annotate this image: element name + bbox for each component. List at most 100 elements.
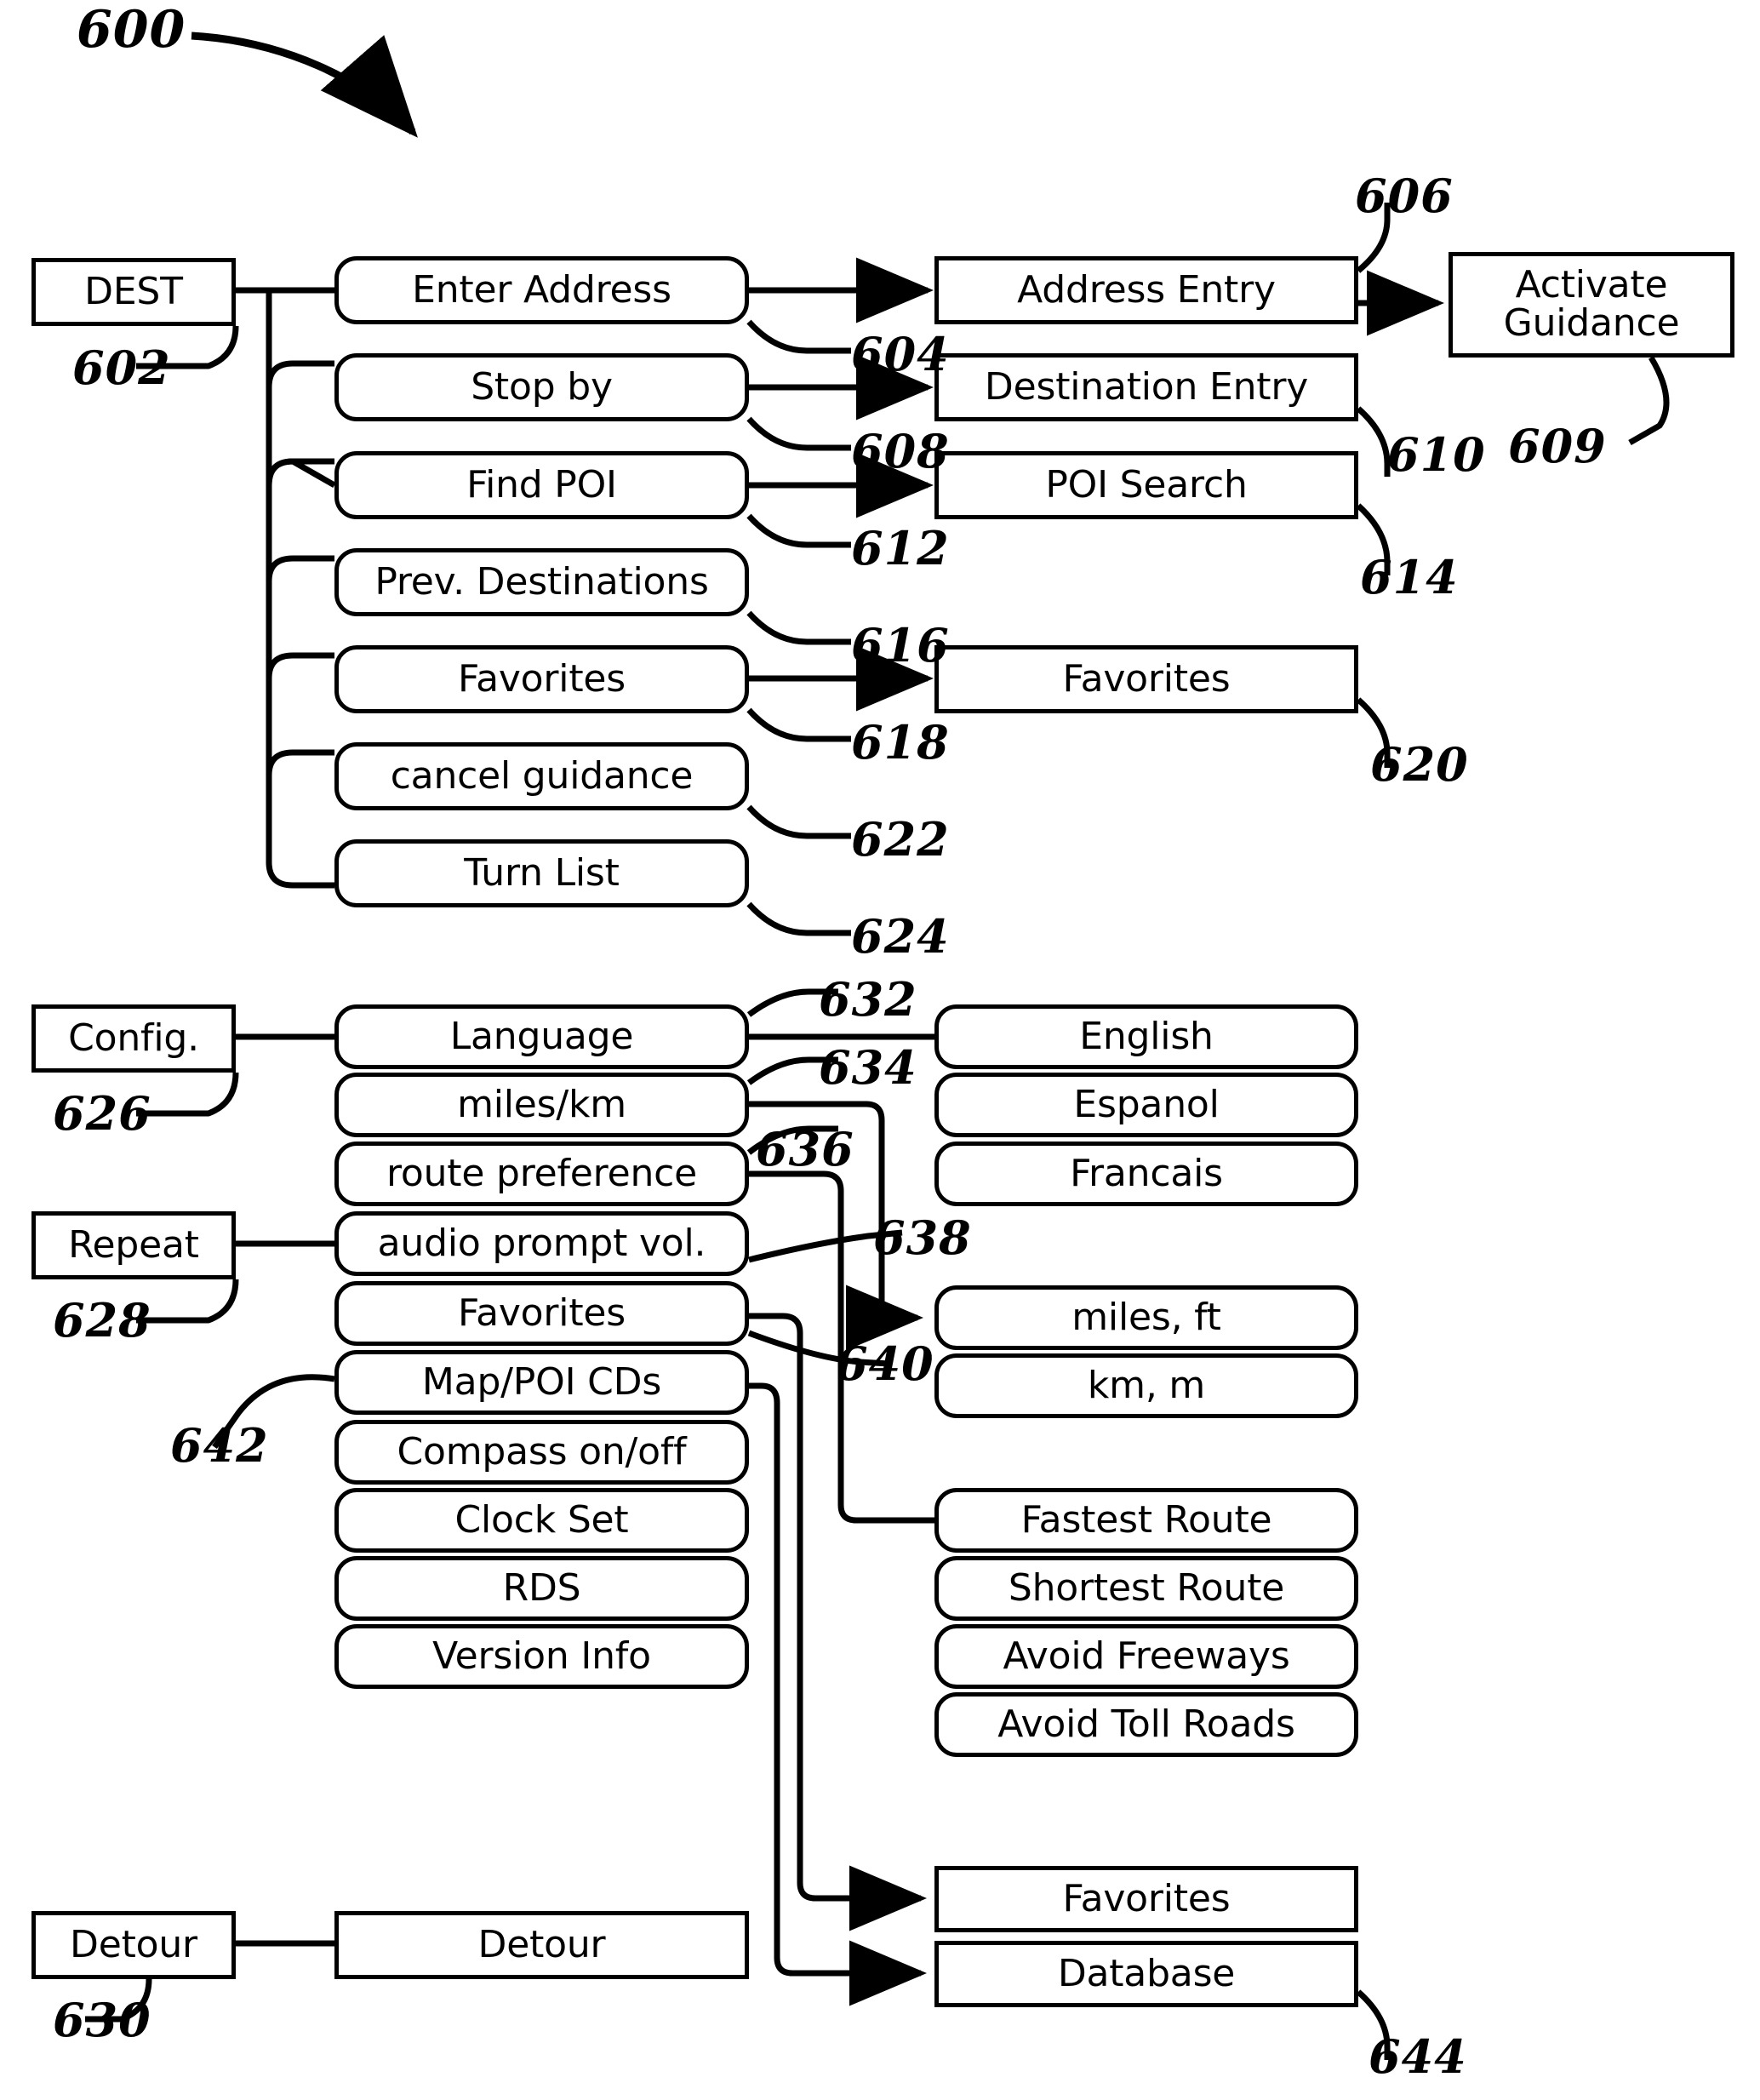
lead-609: [1628, 356, 1670, 446]
node-prev-destinations[interactable]: Prev. Destinations: [334, 548, 749, 616]
lead-622: [746, 804, 851, 839]
ref-608: 608: [851, 424, 950, 478]
node-miles-ft[interactable]: miles, ft: [934, 1285, 1358, 1350]
node-miles-ft-label: miles, ft: [1071, 1295, 1221, 1339]
node-destination-entry[interactable]: Destination Entry: [934, 353, 1358, 421]
ref-644: 644: [1369, 2029, 1467, 2084]
node-francais[interactable]: Francais: [934, 1142, 1358, 1206]
ref-618: 618: [851, 715, 950, 770]
node-avoid-freeways[interactable]: Avoid Freeways: [934, 1624, 1358, 1689]
node-clock-set[interactable]: Clock Set: [334, 1488, 749, 1553]
node-find-poi-label: Find POI: [466, 462, 617, 506]
node-fastest-route[interactable]: Fastest Route: [934, 1488, 1358, 1553]
patent-figure-canvas: 600 DEST 602 Enter Address Stop by Find …: [0, 0, 1760, 2100]
ref-606: 606: [1355, 169, 1454, 223]
node-find-poi[interactable]: Find POI: [334, 451, 749, 519]
ref-640: 640: [836, 1336, 934, 1391]
node-cancel-guidance-label: cancel guidance: [390, 753, 694, 798]
node-avoid-toll-roads-label: Avoid Toll Roads: [997, 1702, 1295, 1746]
lead-624: [746, 901, 851, 936]
node-config[interactable]: Config.: [31, 1004, 236, 1073]
node-favorites-config[interactable]: Favorites: [334, 1281, 749, 1346]
node-favorites-menu[interactable]: Favorites: [334, 645, 749, 713]
ref-604: 604: [851, 327, 950, 381]
node-address-entry[interactable]: Address Entry: [934, 256, 1358, 324]
node-rds[interactable]: RDS: [334, 1556, 749, 1621]
node-prev-destinations-label: Prev. Destinations: [374, 559, 709, 604]
node-english-label: English: [1079, 1014, 1214, 1058]
node-espanol[interactable]: Espanol: [934, 1073, 1358, 1137]
node-miles-km-label: miles/km: [457, 1082, 626, 1126]
figure-number: 600: [77, 0, 186, 60]
node-route-preference[interactable]: route preference: [334, 1142, 749, 1206]
node-stop-by-label: Stop by: [471, 364, 613, 409]
lead-616: [746, 610, 851, 645]
ref-602: 602: [72, 340, 171, 395]
node-activate-guidance-line2: Guidance: [1503, 301, 1680, 345]
node-audio-prompt-vol[interactable]: audio prompt vol.: [334, 1211, 749, 1276]
node-fastest-route-label: Fastest Route: [1020, 1497, 1272, 1542]
node-repeat[interactable]: Repeat: [31, 1211, 236, 1279]
node-shortest-route[interactable]: Shortest Route: [934, 1556, 1358, 1621]
node-km-m[interactable]: km, m: [934, 1353, 1358, 1418]
node-cancel-guidance[interactable]: cancel guidance: [334, 742, 749, 810]
node-language[interactable]: Language: [334, 1004, 749, 1069]
ref-626: 626: [53, 1086, 151, 1141]
node-repeat-label: Repeat: [68, 1222, 199, 1267]
ref-610: 610: [1387, 427, 1486, 482]
ref-609: 609: [1508, 419, 1607, 473]
node-avoid-toll-roads[interactable]: Avoid Toll Roads: [934, 1692, 1358, 1757]
lead-612: [746, 513, 851, 548]
lead-610: [1356, 406, 1391, 477]
lead-608: [746, 416, 851, 451]
node-map-poi-cds-label: Map/POI CDs: [421, 1359, 662, 1404]
node-address-entry-label: Address Entry: [1017, 267, 1276, 312]
node-francais-label: Francais: [1070, 1151, 1223, 1195]
node-enter-address-label: Enter Address: [412, 267, 671, 312]
node-miles-km[interactable]: miles/km: [334, 1073, 749, 1137]
node-map-poi-cds[interactable]: Map/POI CDs: [334, 1350, 749, 1415]
node-km-m-label: km, m: [1087, 1363, 1206, 1407]
node-detour-root-label: Detour: [70, 1922, 197, 1966]
node-detour-menu-label: Detour: [477, 1922, 606, 1966]
lead-604: [746, 319, 851, 354]
node-favorites-screen[interactable]: Favorites: [934, 645, 1358, 713]
node-route-preference-label: route preference: [386, 1151, 698, 1195]
node-dest-label: DEST: [84, 269, 183, 313]
node-favorites-menu-label: Favorites: [458, 656, 626, 701]
ref-620: 620: [1370, 737, 1469, 792]
node-database[interactable]: Database: [934, 1941, 1358, 2007]
ref-616: 616: [851, 618, 950, 672]
node-rds-label: RDS: [502, 1565, 581, 1610]
node-detour-menu[interactable]: Detour: [334, 1911, 749, 1979]
ref-614: 614: [1360, 550, 1459, 604]
node-espanol-label: Espanol: [1073, 1082, 1220, 1126]
ref-628: 628: [53, 1293, 151, 1348]
node-activate-guidance[interactable]: Activate Guidance: [1449, 252, 1734, 358]
node-enter-address[interactable]: Enter Address: [334, 256, 749, 324]
lead-618: [746, 707, 851, 742]
node-database-label: Database: [1057, 1951, 1236, 1995]
node-compass-on-off[interactable]: Compass on/off: [334, 1420, 749, 1485]
ref-612: 612: [851, 521, 950, 575]
node-poi-search[interactable]: POI Search: [934, 451, 1358, 519]
node-english[interactable]: English: [934, 1004, 1358, 1069]
node-audio-prompt-vol-label: audio prompt vol.: [377, 1221, 706, 1265]
ref-622: 622: [851, 812, 950, 867]
node-shortest-route-label: Shortest Route: [1008, 1565, 1285, 1610]
node-favorites-bottom[interactable]: Favorites: [934, 1866, 1358, 1932]
node-dest[interactable]: DEST: [31, 258, 236, 326]
node-favorites-config-label: Favorites: [458, 1290, 626, 1335]
node-detour-root[interactable]: Detour: [31, 1911, 236, 1979]
node-destination-entry-label: Destination Entry: [984, 364, 1309, 409]
node-poi-search-label: POI Search: [1045, 462, 1248, 506]
node-activate-guidance-line1: Activate: [1515, 263, 1668, 307]
ref-630: 630: [53, 1993, 151, 2047]
node-stop-by[interactable]: Stop by: [334, 353, 749, 421]
node-config-label: Config.: [68, 1016, 199, 1060]
node-compass-on-off-label: Compass on/off: [397, 1429, 687, 1473]
node-favorites-bottom-label: Favorites: [1062, 1876, 1231, 1920]
node-turn-list[interactable]: Turn List: [334, 839, 749, 907]
ref-642: 642: [170, 1418, 269, 1473]
node-version-info[interactable]: Version Info: [334, 1624, 749, 1689]
